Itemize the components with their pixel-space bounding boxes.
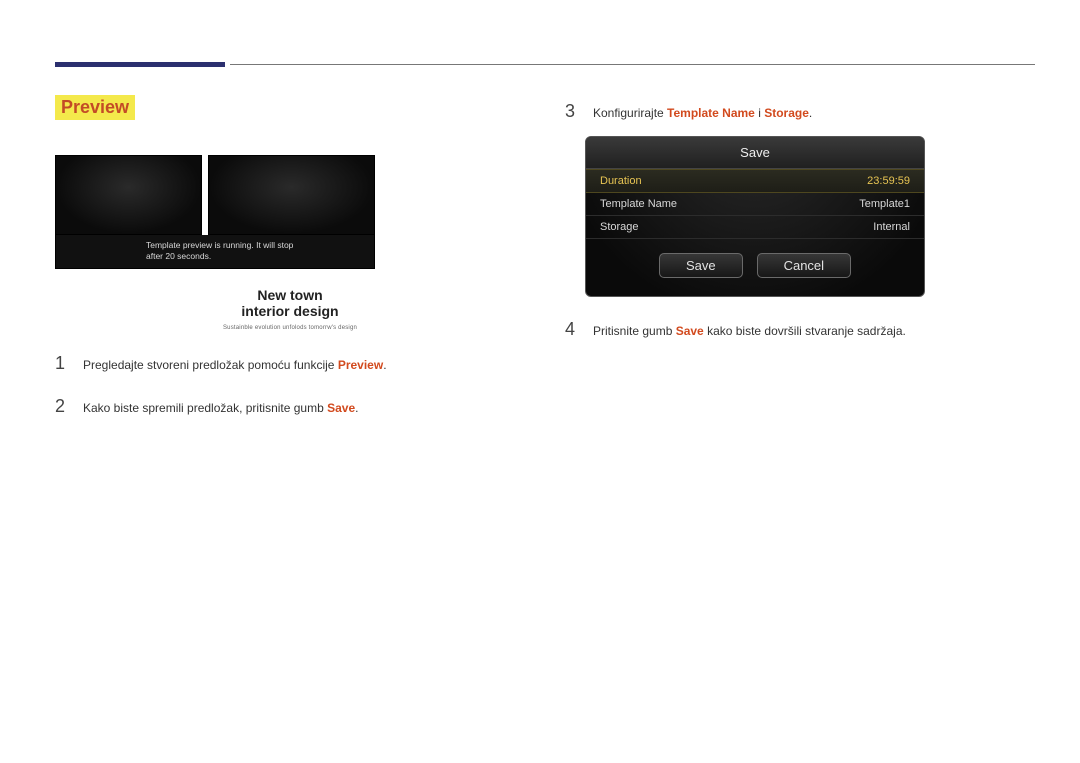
- hl-save: Save: [327, 401, 355, 415]
- dialog-row-label: Template Name: [600, 198, 677, 210]
- step-number: 2: [55, 396, 69, 417]
- dialog-title: Save: [586, 137, 924, 169]
- template-preview-thumbnail: Template preview is running. It will sto…: [55, 155, 375, 269]
- caption-line1: New town: [257, 287, 322, 303]
- step-3: 3 Konfigurirajte Template Name i Storage…: [565, 101, 1035, 122]
- step-text: Pregledajte stvoreni predložak pomoću fu…: [83, 358, 387, 372]
- preview-caption: New town interior design: [55, 287, 525, 319]
- preview-pane-right: [208, 155, 375, 235]
- dialog-row-label: Storage: [600, 221, 639, 233]
- preview-pane-left: [55, 155, 202, 235]
- preview-subcaption: Sustainble evolution unfolods tomorrw's …: [55, 325, 525, 331]
- dialog-row-template-name[interactable]: Template Name Template1: [586, 193, 924, 216]
- save-dialog: Save Duration 23:59:59 Template Name Tem…: [585, 136, 925, 297]
- dialog-save-button[interactable]: Save: [659, 253, 743, 278]
- hl-storage: Storage: [764, 106, 809, 120]
- dialog-row-duration[interactable]: Duration 23:59:59: [586, 169, 924, 193]
- hl-preview: Preview: [338, 358, 383, 372]
- preview-overlay-message: Template preview is running. It will sto…: [55, 235, 375, 269]
- dialog-cancel-button[interactable]: Cancel: [757, 253, 851, 278]
- left-column: Preview Template preview is running. It …: [55, 95, 525, 417]
- right-column: 3 Konfigurirajte Template Name i Storage…: [565, 95, 1035, 417]
- step-number: 1: [55, 353, 69, 374]
- header-divider: [230, 64, 1035, 65]
- hl-save: Save: [676, 324, 704, 338]
- step-2: 2 Kako biste spremili predložak, pritisn…: [55, 396, 525, 417]
- header-accent-bar: [55, 62, 225, 67]
- step-4: 4 Pritisnite gumb Save kako biste dovrši…: [565, 319, 1035, 340]
- hl-template-name: Template Name: [667, 106, 755, 120]
- step-text: Kako biste spremili predložak, pritisnit…: [83, 401, 358, 415]
- step-1: 1 Pregledajte stvoreni predložak pomoću …: [55, 353, 525, 374]
- step-number: 4: [565, 319, 579, 340]
- caption-line2: interior design: [55, 303, 525, 319]
- dialog-row-label: Duration: [600, 175, 642, 187]
- dialog-row-value: Internal: [873, 221, 910, 233]
- dialog-row-value: 23:59:59: [867, 175, 910, 187]
- dialog-row-value: Template1: [859, 198, 910, 210]
- step-number: 3: [565, 101, 579, 122]
- step-text: Pritisnite gumb Save kako biste dovršili…: [593, 324, 906, 338]
- preview-overlay-line1: Template preview is running. It will sto…: [146, 240, 374, 251]
- preview-overlay-line2: after 20 seconds.: [146, 251, 374, 262]
- step-text: Konfigurirajte Template Name i Storage.: [593, 106, 812, 120]
- section-title: Preview: [55, 95, 135, 120]
- dialog-row-storage[interactable]: Storage Internal: [586, 216, 924, 239]
